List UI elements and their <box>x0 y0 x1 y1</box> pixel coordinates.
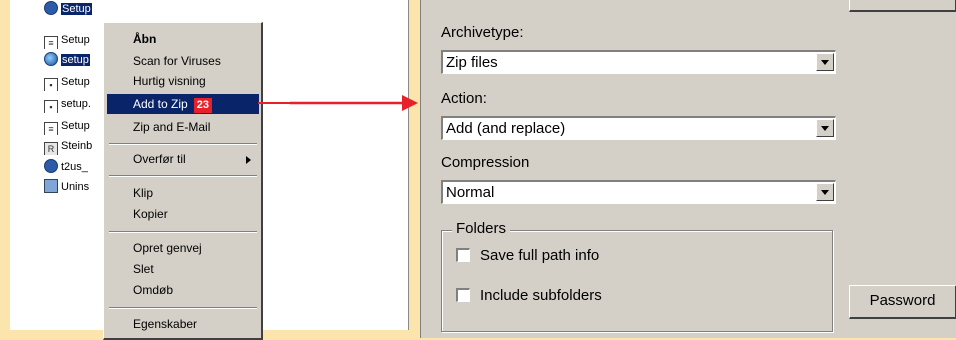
compression-value: Normal <box>446 184 495 201</box>
compression-label: Compression <box>441 154 530 171</box>
save-full-path-checkbox[interactable] <box>456 248 470 262</box>
archivetype-value: Zip files <box>446 54 498 71</box>
archivetype-label: Archivetype: <box>441 24 524 41</box>
password-button[interactable]: Password <box>849 285 956 319</box>
folders-group-title: Folders <box>452 220 511 237</box>
folders-groupbox: Folders Save full path info Include subf… <box>441 220 833 332</box>
save-full-path-option[interactable]: Save full path info <box>456 247 599 264</box>
action-select[interactable]: Add (and replace) <box>441 116 836 140</box>
action-label: Action: <box>441 90 487 107</box>
action-value: Add (and replace) <box>446 120 566 137</box>
archivetype-select[interactable]: Zip files <box>441 50 836 74</box>
include-subfolders-label: Include subfolders <box>480 287 602 304</box>
dialog-top-button[interactable] <box>849 0 956 12</box>
chevron-down-icon[interactable] <box>816 53 834 71</box>
save-full-path-label: Save full path info <box>480 247 600 264</box>
chevron-down-icon[interactable] <box>816 183 834 201</box>
compression-select[interactable]: Normal <box>441 180 836 204</box>
add-to-zip-dialog: Archivetype: Zip files Action: Add (and … <box>420 0 956 338</box>
include-subfolders-checkbox[interactable] <box>456 288 470 302</box>
include-subfolders-option[interactable]: Include subfolders <box>456 287 602 304</box>
chevron-down-icon[interactable] <box>816 119 834 137</box>
